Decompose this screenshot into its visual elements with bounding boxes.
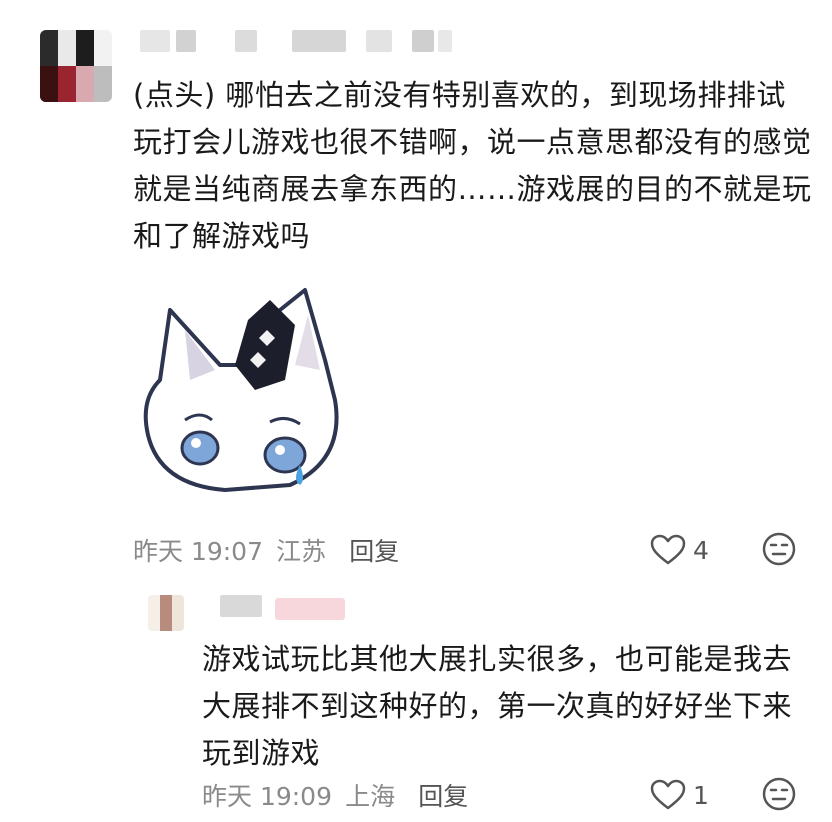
comment-meta: 昨天 19:07 江苏 回复	[133, 532, 399, 568]
comment-location: 江苏	[276, 537, 327, 566]
meh-face-icon[interactable]	[762, 532, 796, 566]
like-count: 4	[693, 536, 709, 565]
heart-icon[interactable]	[650, 534, 686, 566]
dislike-button[interactable]	[762, 532, 796, 566]
reply-location: 上海	[345, 782, 396, 811]
heart-icon[interactable]	[650, 779, 686, 811]
commenter-avatar[interactable]	[40, 30, 112, 102]
replier-avatar[interactable]	[148, 595, 184, 631]
meh-face-icon[interactable]	[762, 777, 796, 811]
reply-dislike-button[interactable]	[762, 777, 796, 811]
reply-text: 游戏试玩比其他大展扎实很多，也可能是我去大展排不到这种好的，第一次真的好好坐下来…	[202, 642, 793, 770]
reply-time: 昨天 19:09	[202, 782, 332, 811]
reply-like-count: 1	[693, 781, 709, 810]
reply-like-button[interactable]	[650, 779, 686, 811]
reply-reply-button[interactable]: 回复	[418, 782, 468, 811]
comment-time: 昨天 19:07	[133, 537, 263, 566]
reply-meta: 昨天 19:09 上海 回复	[202, 777, 468, 813]
like-button[interactable]	[650, 534, 686, 566]
comment-text: (点头) 哪怕去之前没有特别喜欢的，到现场排排试玩打会儿游戏也很不错啊，说一点意…	[133, 78, 812, 253]
crying-fox-sticker	[130, 270, 390, 510]
reply-button[interactable]: 回复	[349, 537, 399, 566]
